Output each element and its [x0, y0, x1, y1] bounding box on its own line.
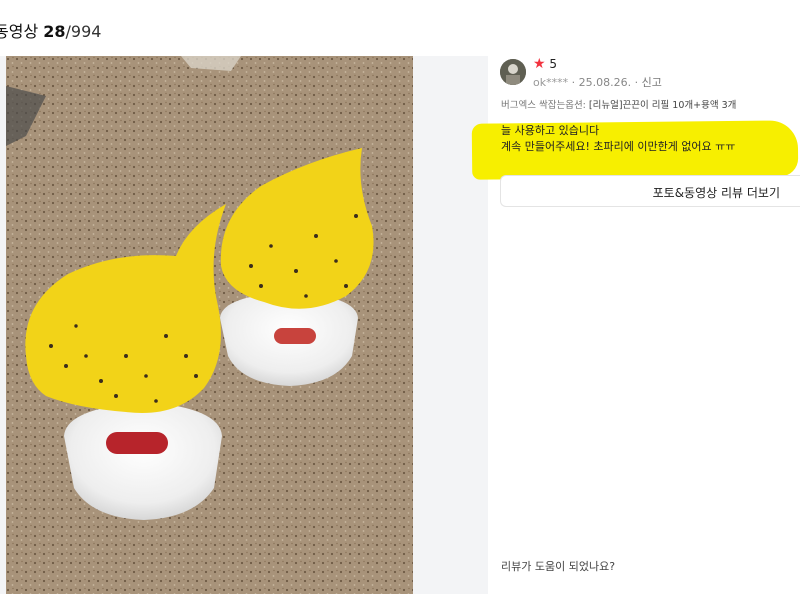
more-photo-reviews-button[interactable]: 포토&동영상 리뷰 더보기 [500, 175, 800, 207]
meta-separator: · [571, 76, 579, 89]
more-photo-reviews-label: 포토&동영상 리뷰 더보기 [652, 186, 780, 200]
review-meta: ok**** · 25.08.26. · 신고 [533, 74, 662, 90]
media-counter-label: 동영상 [0, 22, 39, 41]
review-date: 25.08.26. [578, 76, 632, 89]
star-icon: ★ [533, 56, 546, 72]
media-counter: 동영상 28/994 [0, 18, 101, 42]
reviewer-nickname: ok**** [533, 76, 569, 89]
media-counter-current: 28 [43, 22, 66, 41]
review-text-line: 계속 만들어주세요! 초파리에 이만한게 없어요 ㅠㅠ [501, 140, 736, 153]
avatar-image [500, 59, 526, 85]
helpful-question: 리뷰가 도움이 되었나요? [501, 560, 616, 573]
review-text-line: 늘 사용하고 있습니다 [501, 124, 600, 137]
media-counter-total: /994 [65, 22, 102, 41]
rating-value: 5 [549, 57, 558, 71]
review-photo-image [6, 56, 413, 594]
avatar[interactable] [500, 59, 526, 85]
report-link[interactable]: 신고 [642, 76, 662, 89]
review-body: 늘 사용하고 있습니다 계속 만들어주세요! 초파리에 이만한게 없어요 ㅠㅠ [501, 123, 735, 155]
purchase-option: 버그엑스 싹잡는옵션: [리뉴얼]끈끈이 리필 10개+용액 3개 [501, 97, 736, 111]
rating: ★ 5 [533, 56, 557, 72]
option-product: 버그엑스 싹잡는 [501, 100, 566, 111]
option-key: 옵션: [565, 100, 586, 111]
photo-viewer [0, 56, 488, 594]
review-photo[interactable] [6, 56, 413, 594]
review-panel: ★ 5 ok**** · 25.08.26. · 신고 버그엑스 싹잡는옵션: … [471, 56, 800, 594]
meta-separator: · [634, 76, 642, 89]
option-value: [리뉴얼]끈끈이 리필 10개+용액 3개 [588, 100, 737, 111]
